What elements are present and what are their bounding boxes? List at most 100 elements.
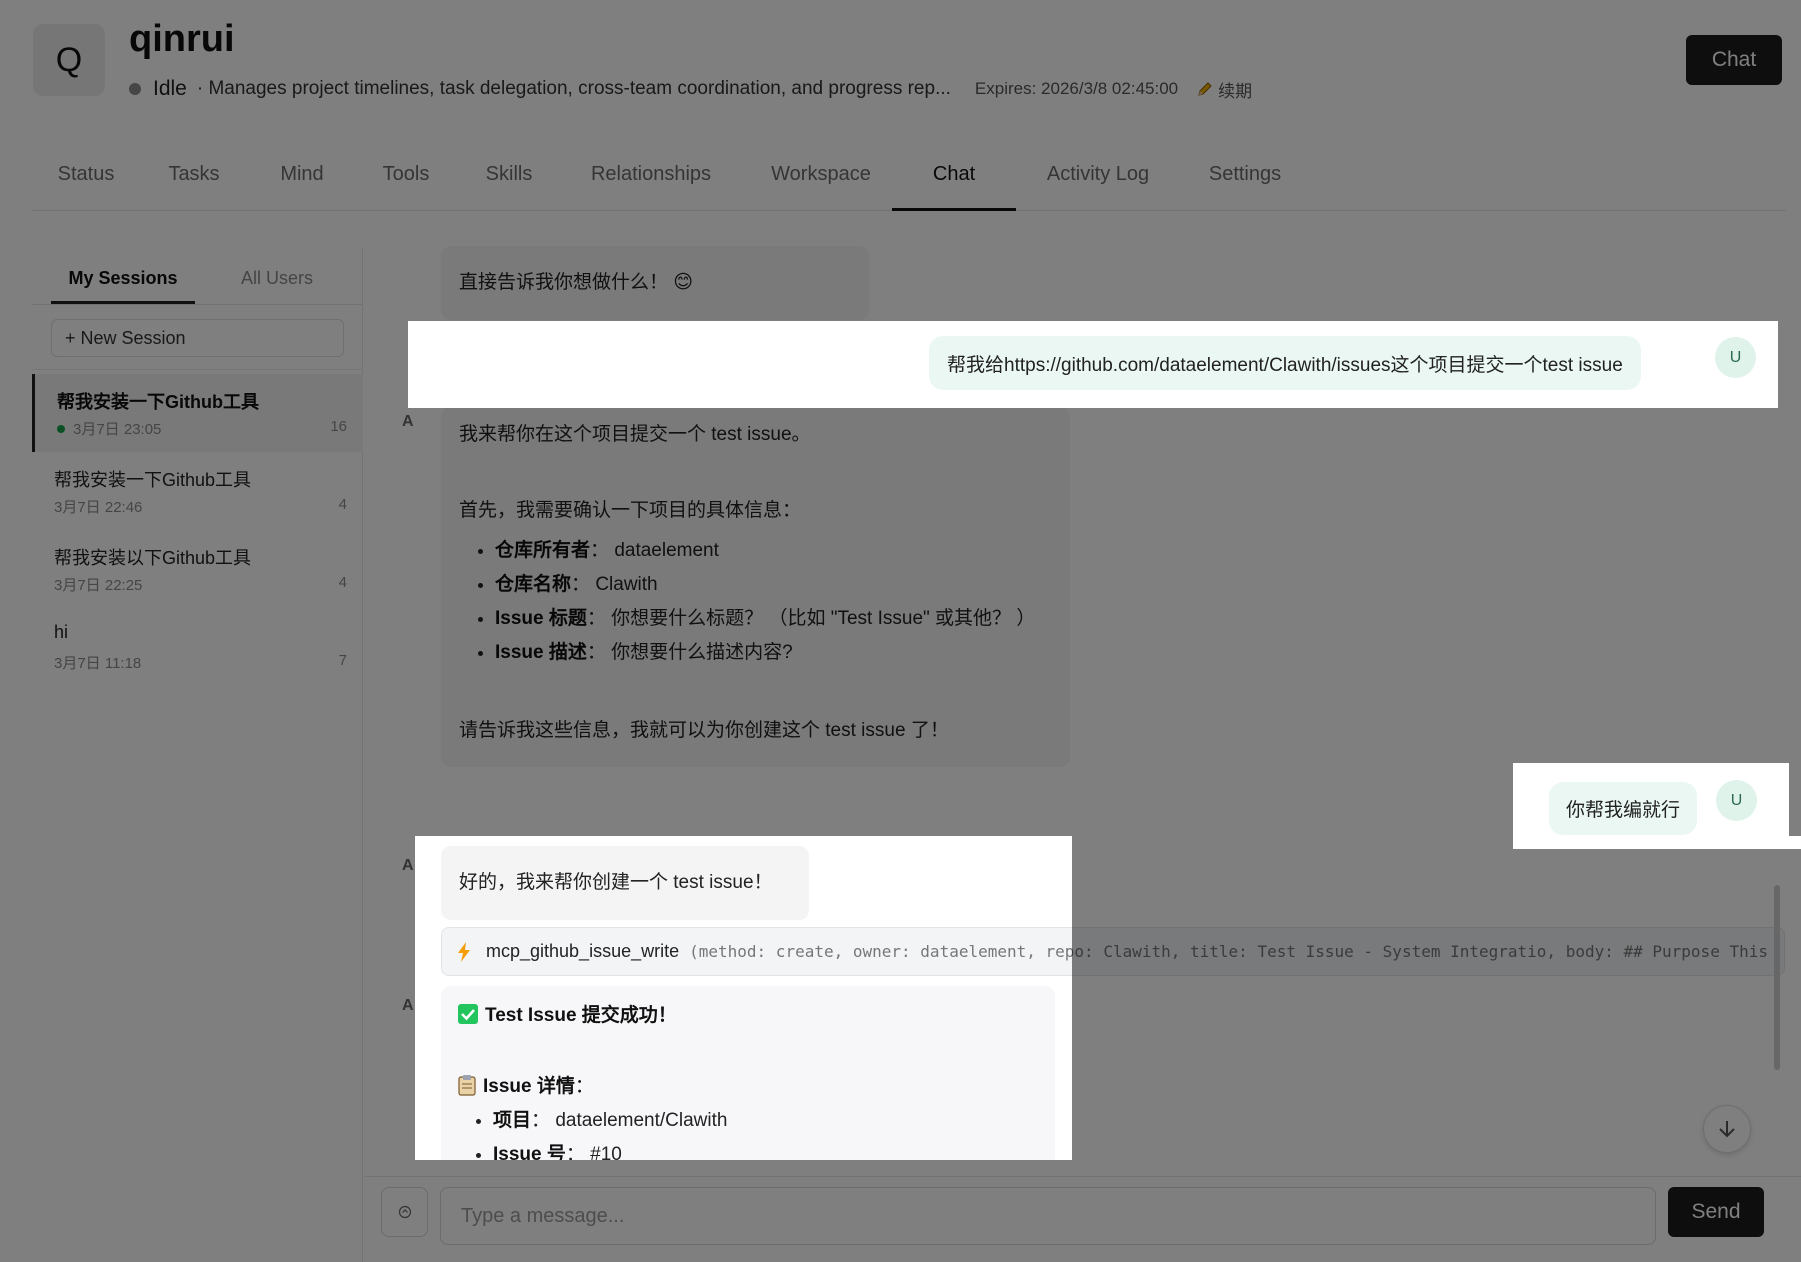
tab-status[interactable]: Status — [32, 163, 140, 211]
session-time: 3月7日 22:46 — [54, 499, 143, 516]
tab-mind[interactable]: Mind — [248, 163, 356, 211]
session-item[interactable]: 帮我安装以下Github工具 3月7日 22:25 4 — [32, 530, 363, 608]
user-message-row: 帮我给https://github.com/dataelement/Clawit… — [408, 321, 1778, 408]
agent-message: 我来帮你在这个项目提交一个 test issue。 首先，我需要确认一下项目的具… — [441, 407, 1070, 767]
session-meta: 3月7日 23:05 — [57, 418, 161, 439]
dim-overlay — [1789, 763, 1801, 836]
arrow-down-icon — [1719, 1121, 1735, 1138]
agent-tabs: Status Tasks Mind Tools Skills Relations… — [32, 163, 1786, 211]
check-icon — [458, 1003, 478, 1024]
tab-skills[interactable]: Skills — [456, 163, 562, 211]
status-label: Idle — [153, 77, 187, 100]
sessions-sidebar: My Sessions All Users + New Session 帮我安装… — [32, 248, 363, 1262]
agent-message: Test Issue 提交成功！ Issue 详情： 项目： dataeleme… — [441, 986, 1055, 1160]
chat-button[interactable]: Chat — [1686, 35, 1782, 85]
message-text: 我来帮你在这个项目提交一个 test issue。 — [459, 424, 811, 445]
user-message-row: 你帮我编就行 U — [1513, 763, 1789, 849]
agent-description: · Manages project timelines, task delega… — [196, 78, 951, 99]
online-dot — [57, 424, 65, 433]
user-message: 帮我给https://github.com/dataelement/Clawit… — [929, 336, 1641, 390]
tab-workspace[interactable]: Workspace — [740, 163, 902, 211]
message-text: 帮我给https://github.com/dataelement/Clawit… — [947, 354, 1623, 376]
list-item: 仓库所有者： dataelement — [495, 534, 1059, 568]
attach-button[interactable] — [381, 1187, 428, 1237]
agent-name: qinrui — [129, 18, 235, 60]
scroll-to-bottom-button[interactable] — [1703, 1105, 1751, 1153]
list-item: Issue 标题： 你想要什么标题？ （比如 "Test Issue" 或其他？… — [495, 602, 1059, 636]
session-time: 3月7日 22:25 — [54, 577, 143, 594]
status-dot — [129, 83, 141, 95]
message-text: 首先，我需要确认一下项目的具体信息： — [459, 500, 802, 521]
divider — [32, 304, 363, 305]
session-item[interactable]: 帮我安装一下Github工具 3月7日 22:46 4 — [32, 452, 363, 530]
agent-response-card: 好的，我来帮你创建一个 test issue！ mcp_github_issue… — [415, 836, 1072, 1160]
divider — [32, 369, 363, 370]
session-title: 帮我安装以下Github工具 — [54, 548, 252, 568]
tool-args: (method: create, owner: dataelement, rep… — [689, 942, 1072, 961]
tab-tools[interactable]: Tools — [356, 163, 456, 211]
attachment-icon — [398, 1205, 411, 1219]
pencil-icon — [1198, 82, 1212, 96]
tab-all-users[interactable]: All Users — [222, 268, 332, 304]
session-count: 7 — [338, 652, 347, 669]
agent-avatar: Q — [33, 24, 105, 96]
session-count: 16 — [330, 418, 347, 435]
session-meta: 3月7日 11:18 — [54, 652, 141, 673]
tab-settings[interactable]: Settings — [1180, 163, 1310, 211]
session-meta: 3月7日 22:46 — [54, 496, 142, 517]
success-title-row: Test Issue 提交成功！ — [457, 1000, 1047, 1027]
tab-tasks[interactable]: Tasks — [140, 163, 248, 211]
tool-name: mcp_github_issue_write — [486, 941, 680, 961]
agent-initial: Q — [55, 40, 83, 79]
info-list: 仓库所有者： dataelement 仓库名称： Clawith Issue 标… — [459, 534, 1059, 670]
list-item: 项目： dataelement/Clawith — [493, 1104, 1047, 1138]
session-time: 3月7日 23:05 — [73, 421, 162, 438]
message-text: 直接告诉我你想做什么！ 😊 — [459, 272, 694, 293]
tool-call-row[interactable]: mcp_github_issue_write (method: create, … — [441, 927, 1072, 976]
send-button[interactable]: Send — [1668, 1187, 1764, 1237]
session-title: hi — [54, 622, 69, 642]
session-title: 帮我安装一下Github工具 — [54, 470, 252, 490]
message-text: 好的，我来帮你创建一个 test issue！ — [459, 872, 773, 893]
session-item[interactable]: 帮我安装一下Github工具 3月7日 23:05 16 — [32, 374, 363, 452]
dim-overlay — [1072, 849, 1801, 1160]
message-input[interactable] — [440, 1187, 1656, 1245]
list-item: Issue 描述： 你想要什么描述内容? — [495, 636, 1059, 670]
session-count: 4 — [338, 574, 347, 591]
tab-relationships[interactable]: Relationships — [562, 163, 740, 211]
session-count: 4 — [338, 496, 347, 513]
tab-activity-log[interactable]: Activity Log — [1016, 163, 1180, 211]
lightning-icon — [458, 941, 470, 962]
agent-message: 直接告诉我你想做什么！ 😊 — [441, 246, 869, 320]
details-title: Issue 详情： — [483, 1076, 594, 1097]
session-item[interactable]: hi 3月7日 11:18 7 — [32, 608, 363, 686]
divider — [364, 1176, 1801, 1177]
session-time: 3月7日 11:18 — [54, 655, 142, 672]
details-title-row: Issue 详情： — [457, 1071, 1047, 1098]
agent-message-avatar: A — [402, 997, 414, 1014]
success-title: Test Issue 提交成功！ — [485, 1005, 677, 1026]
scrollbar[interactable] — [1774, 885, 1780, 1070]
list-item: Issue 号： #10 — [493, 1138, 1047, 1160]
session-meta: 3月7日 22:25 — [54, 574, 142, 595]
session-title: 帮我安装一下Github工具 — [57, 392, 259, 412]
expires-label: Expires: 2026/3/8 02:45:00 — [974, 79, 1179, 98]
agent-message-avatar: A — [402, 857, 414, 874]
agent-message: 好的，我来帮你创建一个 test issue！ — [441, 846, 809, 920]
message-text: 你帮我编就行 — [1566, 800, 1681, 821]
agent-message-avatar: A — [402, 413, 414, 430]
renew-button[interactable]: 续期 — [1196, 77, 1252, 102]
new-session-button[interactable]: + New Session — [51, 319, 344, 357]
tab-my-sessions[interactable]: My Sessions — [51, 268, 195, 304]
user-avatar: U — [1716, 780, 1757, 821]
agent-status-row: Idle · Manages project timelines, task d… — [129, 76, 1252, 102]
dim-overlay — [1778, 321, 1801, 408]
dim-overlay — [1072, 836, 1513, 849]
renew-label: 续期 — [1218, 81, 1253, 101]
clipboard-icon — [458, 1074, 476, 1096]
message-text: 请告诉我这些信息，我就可以为你创建这个 test issue 了！ — [459, 720, 949, 741]
user-message: 你帮我编就行 — [1549, 782, 1698, 835]
tab-chat[interactable]: Chat — [892, 163, 1016, 211]
details-list: 项目： dataelement/Clawith Issue 号： #10 — [457, 1104, 1047, 1160]
list-item: 仓库名称： Clawith — [495, 568, 1059, 602]
